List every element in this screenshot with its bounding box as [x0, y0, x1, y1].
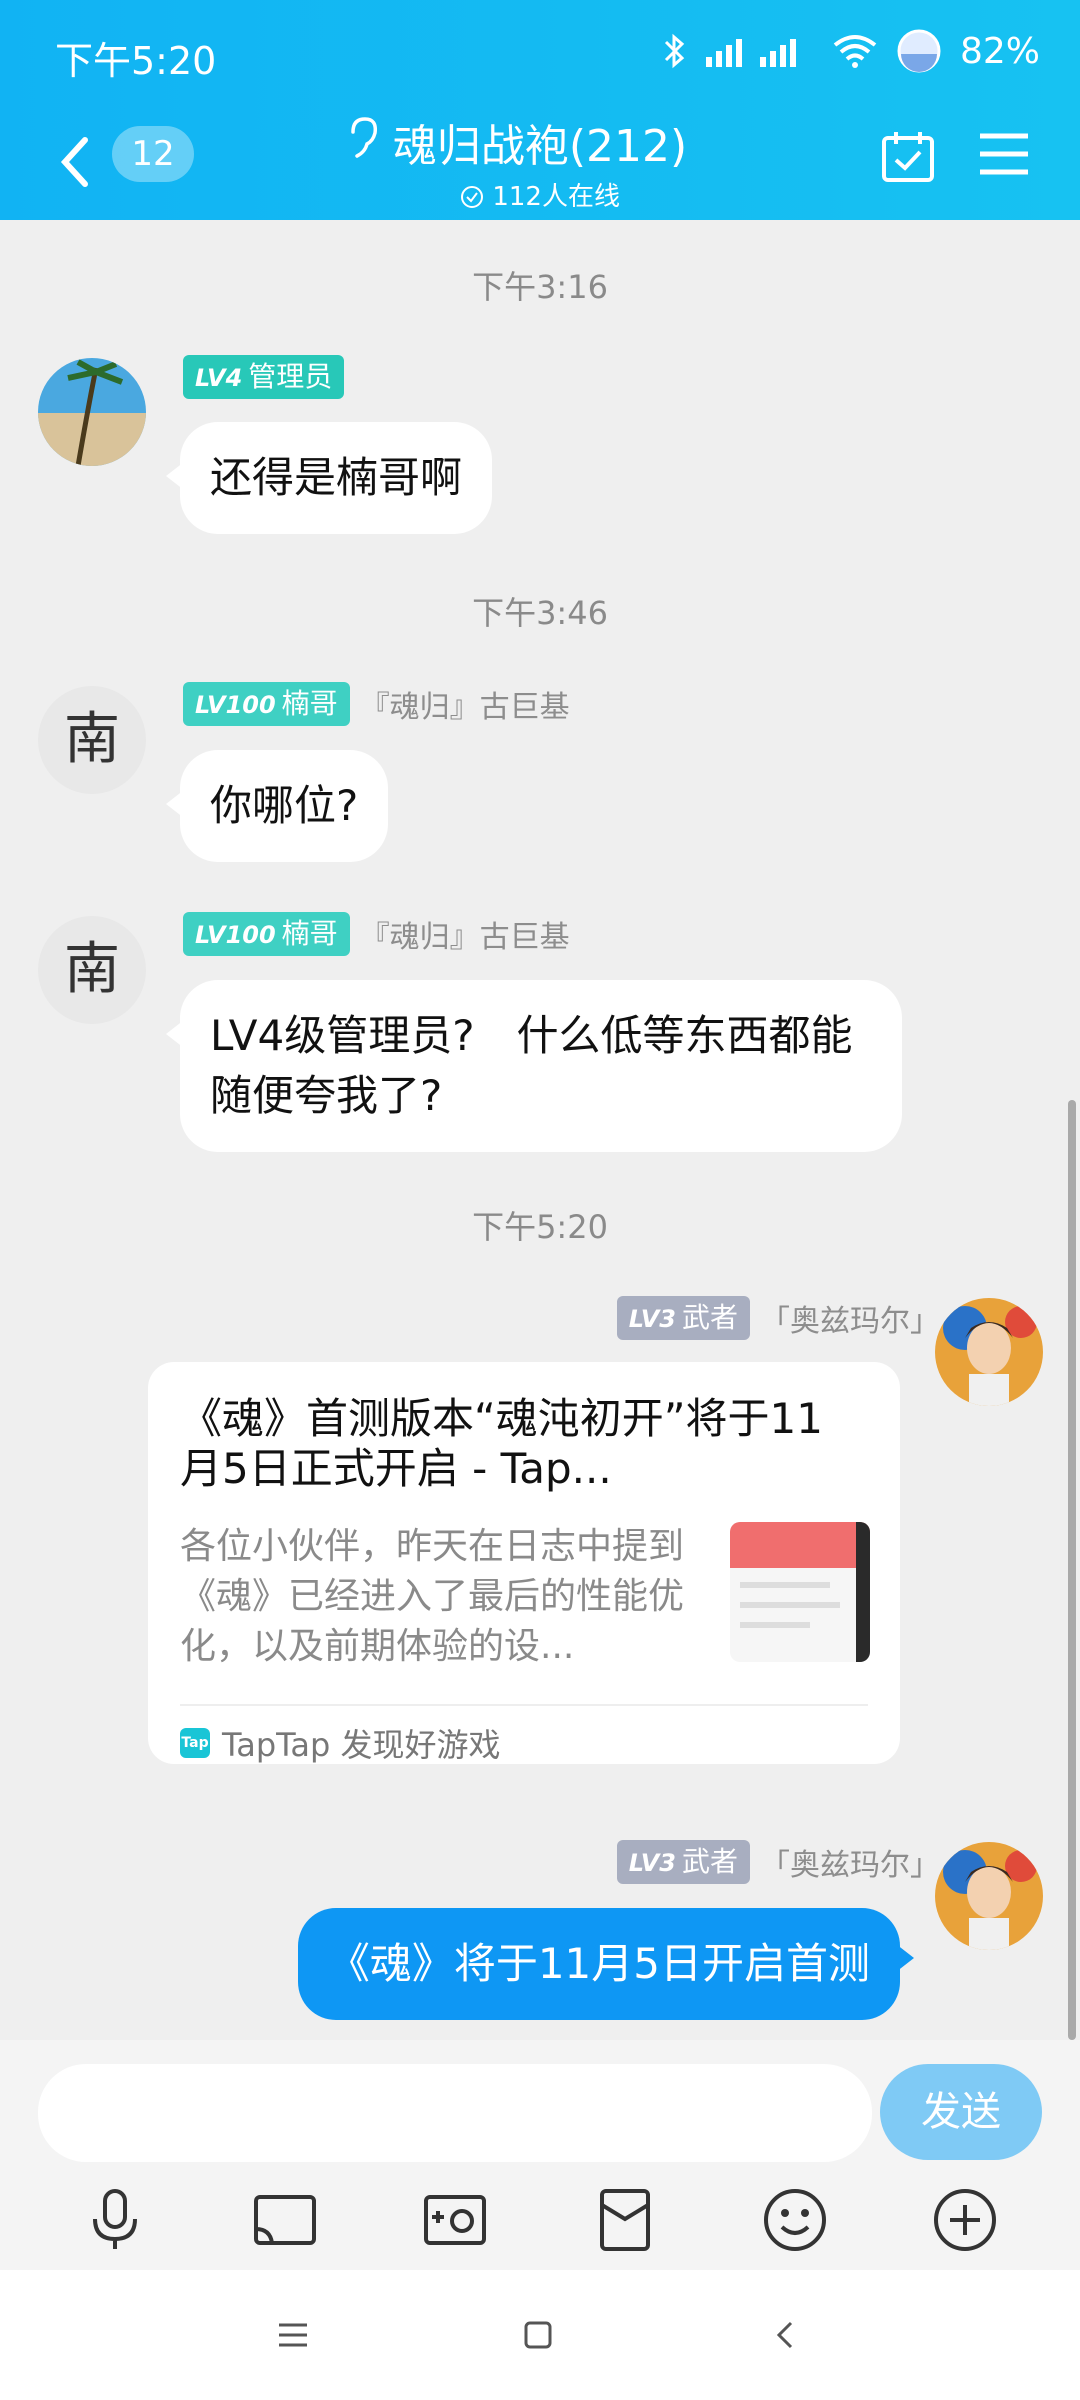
avatar-self[interactable] [935, 1298, 1043, 1406]
input-bar: 发送 [0, 2040, 1080, 2270]
sender-line: LV4 管理员 [183, 355, 345, 399]
header: 下午5:20 82% 12 魂归战袍(212) 112人在线 [0, 0, 1080, 220]
status-icons: 82% [662, 28, 1040, 74]
card-title: 《魂》首测版本“魂沌初开”将于11月5日正式开启 - Tap... [180, 1394, 823, 1493]
plus-icon[interactable] [930, 2185, 1000, 2255]
timestamp: 下午3:46 [472, 594, 608, 632]
system-nav-bar [0, 2270, 1080, 2400]
sender-line: LV3 武者 「奥兹玛尔」 [616, 1296, 940, 1340]
emoji-icon[interactable] [760, 2185, 830, 2255]
back-icon[interactable] [765, 2315, 805, 2355]
avatar-self[interactable] [935, 1842, 1043, 1950]
sender-line: LV100 楠哥 『魂归』古巨基 [183, 682, 570, 726]
nickname: 「奥兹玛尔」 [760, 1848, 940, 1883]
level-tag: LV3 武者 [616, 1296, 750, 1340]
chat-area: 下午3:16 LV4 管理员 还得是楠哥啊 下午3:46 南 LV100 楠哥 『魂… [0, 220, 1080, 2040]
cast-screen-icon[interactable] [250, 2185, 320, 2255]
battery-level: 82% [959, 30, 1040, 72]
signal-icon [705, 39, 796, 67]
message-bubble[interactable]: LV4级管理员? 什么低等东西都能随便夸我了? [166, 980, 902, 1152]
red-packet-icon[interactable] [590, 2185, 660, 2255]
bluetooth-icon [664, 33, 685, 69]
nickname: 『魂归』古巨基 [359, 690, 570, 725]
avatar-nan[interactable]: 南 [38, 686, 146, 794]
message-bubble-own[interactable]: 《魂》将于11月5日开启首测 [297, 1908, 915, 2020]
status-time: 下午5:20 [55, 39, 217, 83]
calendar-check-icon[interactable] [880, 128, 936, 184]
toolbar [0, 2180, 1080, 2260]
avatar-initial: 南 [64, 707, 120, 772]
message-bubble[interactable]: 还得是楠哥啊 [165, 422, 493, 534]
ear-icon [351, 117, 378, 158]
scrollbar[interactable] [1068, 1100, 1076, 2040]
sender-line: LV3 武者 「奥兹玛尔」 [616, 1840, 940, 1884]
level-tag: LV100 楠哥 [183, 912, 350, 956]
taptap-logo-icon: Tap [180, 1728, 210, 1758]
online-text: 112人在线 [492, 182, 620, 212]
card-source-label: TapTap 发现好游戏 [222, 1726, 501, 1764]
nav-bar: 12 魂归战袍(212) 112人在线 [0, 110, 1080, 220]
card-description: 各位小伙伴，昨天在日志中提到《魂》已经进入了最后的性能优化，以及前期体验的设..… [180, 1526, 685, 1667]
level-tag: LV3 武者 [616, 1840, 750, 1884]
card-source: Tap TapTap 发现好游戏 [180, 1720, 501, 1766]
menu-icon[interactable] [978, 130, 1030, 178]
online-check-icon [461, 186, 484, 208]
battery-icon [897, 29, 941, 73]
timestamp: 下午5:20 [472, 1208, 608, 1246]
send-button[interactable]: 发送 [880, 2064, 1042, 2160]
nickname: 「奥兹玛尔」 [760, 1304, 940, 1339]
level-tag: LV100 楠哥 [183, 682, 350, 726]
card-divider [180, 1704, 868, 1706]
recent-apps-icon[interactable] [273, 2315, 313, 2355]
wifi-icon [833, 35, 877, 68]
avatar-initial: 南 [64, 937, 120, 1002]
level-tag: LV4 管理员 [183, 355, 345, 399]
timestamp: 下午3:16 [472, 268, 608, 306]
avatar-admin[interactable] [38, 358, 146, 466]
avatar-nan[interactable]: 南 [38, 916, 146, 1024]
nickname: 『魂归』古巨基 [359, 920, 570, 955]
message-input[interactable] [38, 2064, 872, 2162]
message-bubble[interactable]: 你哪位? [165, 750, 389, 862]
photo-icon[interactable] [420, 2185, 490, 2255]
status-bar: 下午5:20 82% [0, 0, 1080, 110]
home-icon[interactable] [518, 2315, 558, 2355]
sender-line: LV100 楠哥 『魂归』古巨基 [183, 912, 570, 956]
link-card[interactable]: 《魂》首测版本“魂沌初开”将于11月5日正式开启 - Tap... 各位小伙伴，… [148, 1362, 900, 1764]
microphone-icon[interactable] [80, 2185, 150, 2255]
card-thumbnail [730, 1522, 870, 1662]
